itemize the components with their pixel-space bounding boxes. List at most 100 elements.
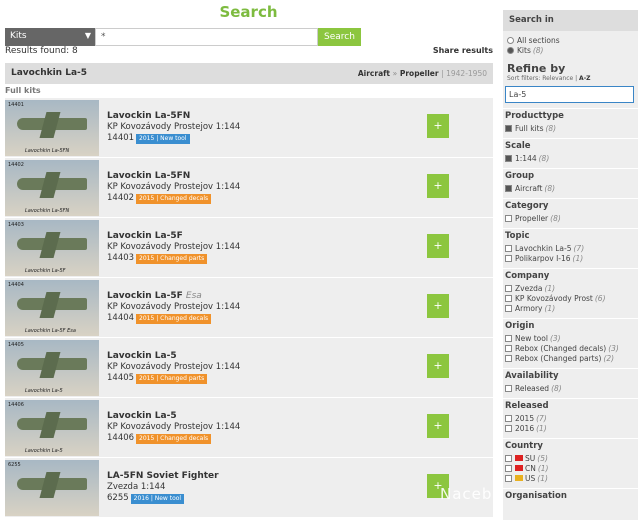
checkbox-icon[interactable] — [505, 334, 512, 342]
kit-name[interactable]: Lavockin La-5FN — [107, 111, 190, 121]
radio-all-sections[interactable]: All sections — [507, 35, 634, 45]
checkbox-icon[interactable] — [505, 424, 512, 432]
kit-code-row: 14403 2015 | Changed parts — [107, 253, 240, 264]
checkbox-icon[interactable] — [505, 294, 512, 302]
filter-option[interactable]: Rebox (Changed parts) (2) — [503, 353, 638, 363]
checkbox-icon[interactable] — [505, 344, 512, 352]
filter-option[interactable]: Aircraft (8) — [503, 183, 638, 193]
filter-option[interactable]: 1:144 (8) — [503, 153, 638, 163]
result-item[interactable]: 14401 Lavochkin La-5FN Lavockin La-5FN KP … — [5, 98, 493, 158]
refine-input[interactable]: La-5 — [505, 86, 634, 103]
filter-option-count: (7) — [536, 413, 547, 423]
search-button[interactable]: Search — [318, 28, 361, 46]
checkbox-icon[interactable] — [505, 254, 512, 262]
filter-option-label: Released — [515, 383, 550, 393]
sort-filters: Sort filters: Relevance | A-Z — [503, 75, 638, 82]
kit-box-image[interactable]: 14406 Lavochkin La-5 — [5, 399, 99, 456]
add-button[interactable]: + — [427, 294, 449, 318]
kit-box-image[interactable]: 14403 Lavochkin La-5F — [5, 219, 99, 276]
filter-option[interactable]: New tool (3) — [503, 333, 638, 343]
filter-group-title: Topic — [503, 228, 638, 241]
checkbox-icon[interactable] — [505, 474, 512, 482]
filter-option[interactable]: Armory (1) — [503, 303, 638, 313]
add-button[interactable]: + — [427, 114, 449, 138]
kit-box-image[interactable]: 6255 — [5, 459, 99, 516]
add-button[interactable]: + — [427, 354, 449, 378]
kit-name-row[interactable]: Lavockin La-5F — [107, 231, 240, 242]
filter-option[interactable]: Full kits (8) — [503, 123, 638, 133]
main-content: Search Kits ▼ * Search Results found: 8 S… — [0, 0, 521, 520]
checkbox-icon[interactable] — [505, 384, 512, 392]
radio-icon — [507, 36, 514, 44]
radio-label: Kits — [517, 45, 531, 55]
checkbox-icon[interactable] — [505, 154, 512, 162]
checkbox-icon[interactable] — [505, 464, 512, 472]
kit-name[interactable]: Lavockin La-5 — [107, 411, 177, 421]
category-select-value: Kits — [10, 31, 27, 41]
result-item[interactable]: 14403 Lavochkin La-5F Lavockin La-5F KP Ko… — [5, 218, 493, 278]
kit-name-row[interactable]: Lavockin La-5 — [107, 411, 240, 422]
result-item[interactable]: 14402 Lavochkin La-5FN Lavockin La-5FN KP … — [5, 158, 493, 218]
checkbox-icon[interactable] — [505, 214, 512, 222]
filter-option[interactable]: 2016 (1) — [503, 423, 638, 433]
kit-name-row[interactable]: Lavockin La-5FN — [107, 171, 240, 182]
page-title: Search — [219, 3, 278, 21]
result-item[interactable]: 6255 LA-5FN Soviet Fighter Zvezda 1:144 62… — [5, 458, 493, 518]
radio-label: All sections — [517, 35, 560, 45]
kit-box-image[interactable]: 14402 Lavochkin La-5FN — [5, 159, 99, 216]
kit-name[interactable]: Lavockin La-5FN — [107, 171, 190, 181]
results-count: Results found: 8 — [5, 46, 78, 56]
result-item[interactable]: 14405 Lavochkin La-5 Lavockin La-5 KP Kovo… — [5, 338, 493, 398]
breadcrumb-propeller[interactable]: Propeller — [400, 69, 439, 78]
add-button[interactable]: + — [427, 234, 449, 258]
add-button[interactable]: + — [427, 174, 449, 198]
filter-option[interactable]: Rebox (Changed decals) (3) — [503, 343, 638, 353]
search-input[interactable]: * — [95, 28, 318, 46]
kit-name[interactable]: Lavockin La-5F — [107, 291, 183, 301]
filter-option[interactable]: Polikarpov I-16 (1) — [503, 253, 638, 263]
filter-option[interactable]: Propeller (8) — [503, 213, 638, 223]
kit-box-image[interactable]: 14401 Lavochkin La-5FN — [5, 99, 99, 156]
kit-name-row[interactable]: Lavockin La-5F Esa — [107, 291, 240, 302]
breadcrumb-aircraft[interactable]: Aircraft — [358, 69, 390, 78]
kit-name-row[interactable]: Lavockin La-5FN — [107, 111, 240, 122]
filter-option[interactable]: CN (1) — [503, 463, 638, 473]
kit-name[interactable]: Lavockin La-5F — [107, 231, 183, 241]
result-item[interactable]: 14404 Lavochkin La-5F Esa Lavockin La-5F E… — [5, 278, 493, 338]
kit-code-row: 6255 2016 | New tool — [107, 493, 219, 504]
kit-name[interactable]: Lavockin La-5 — [107, 351, 177, 361]
share-results-link[interactable]: Share results — [433, 46, 493, 55]
kit-info: Lavockin La-5 KP Kovozávody Prostejov 1:… — [107, 411, 240, 444]
kit-name-row[interactable]: LA-5FN Soviet Fighter — [107, 471, 219, 482]
checkbox-icon[interactable] — [505, 414, 512, 422]
filter-option[interactable]: 2015 (7) — [503, 413, 638, 423]
checkbox-icon[interactable] — [505, 304, 512, 312]
filter-option[interactable]: Released (8) — [503, 383, 638, 393]
checkbox-icon[interactable] — [505, 124, 512, 132]
filter-option-label: Polikarpov I-16 — [515, 253, 571, 263]
checkbox-icon[interactable] — [505, 244, 512, 252]
kit-box-image[interactable]: 14405 Lavochkin La-5 — [5, 339, 99, 396]
filter-option[interactable]: US (1) — [503, 473, 638, 483]
kit-maker: KP Kovozávody Prostejov 1:144 — [107, 242, 241, 252]
filter-option[interactable]: KP Kovozávody Prost (6) — [503, 293, 638, 303]
box-code: 14403 — [8, 221, 24, 228]
box-code: 14406 — [8, 401, 24, 408]
category-select[interactable]: Kits ▼ — [5, 28, 95, 46]
kit-name[interactable]: LA-5FN Soviet Fighter — [107, 471, 219, 481]
checkbox-icon[interactable] — [505, 184, 512, 192]
result-item[interactable]: 14406 Lavochkin La-5 Lavockin La-5 KP Kovo… — [5, 398, 493, 458]
box-caption: Lavochkin La-5 — [25, 447, 63, 454]
checkbox-icon[interactable] — [505, 454, 512, 462]
filter-option[interactable]: SU (5) — [503, 453, 638, 463]
status-badge: 2016 | New tool — [130, 494, 185, 504]
radio-kits[interactable]: Kits (8) — [507, 45, 634, 55]
kit-name-row[interactable]: Lavockin La-5 — [107, 351, 240, 362]
checkbox-icon[interactable] — [505, 284, 512, 292]
add-button[interactable]: + — [427, 414, 449, 438]
filter-option[interactable]: Lavochkin La-5 (7) — [503, 243, 638, 253]
checkbox-icon[interactable] — [505, 354, 512, 362]
kit-box-image[interactable]: 14404 Lavochkin La-5F Esa — [5, 279, 99, 336]
filter-option[interactable]: Zvezda (1) — [503, 283, 638, 293]
sort-az-link[interactable]: A-Z — [579, 75, 590, 82]
